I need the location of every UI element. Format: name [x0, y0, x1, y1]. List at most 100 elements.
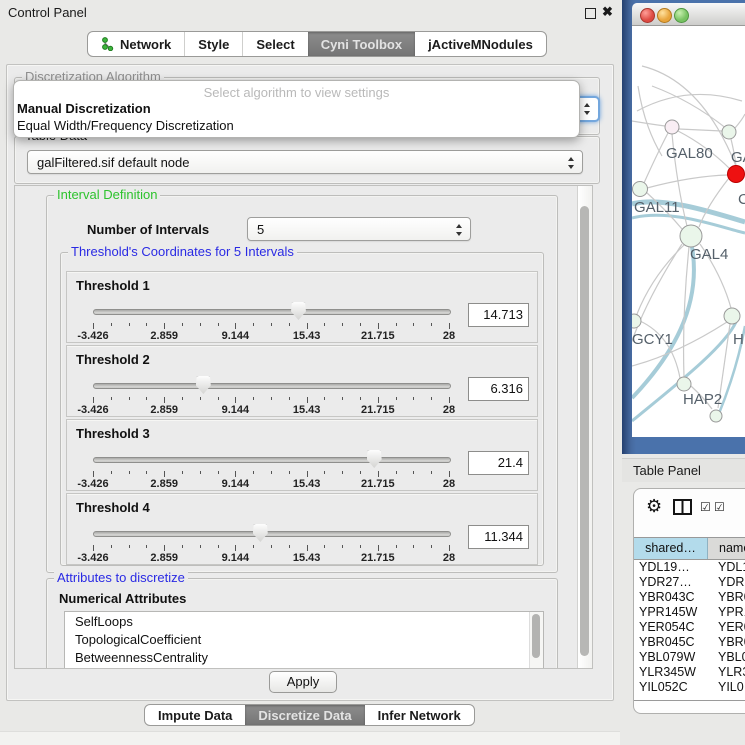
tab-jactivemnodules[interactable]: jActiveMNodules — [415, 32, 546, 56]
table-cell[interactable]: YDL1 — [707, 560, 745, 575]
interval-definition-group: Interval Definition Number of Intervals … — [46, 195, 558, 573]
close-traffic-light-icon[interactable] — [640, 8, 655, 23]
table-cell[interactable]: YLR3 — [707, 665, 745, 680]
table-cell[interactable]: YBR045C — [634, 635, 707, 650]
scrollbar-thumb[interactable] — [532, 614, 540, 658]
tab-impute-data[interactable]: Impute Data — [145, 705, 245, 725]
network-node[interactable] — [722, 125, 736, 139]
table-row[interactable]: YBR043CYBR0 — [634, 590, 745, 605]
slider-tick — [378, 471, 379, 477]
checkbox-icon[interactable]: ☑ — [700, 501, 711, 513]
table-panel-card: ⚙ ☑ ☑ shared… name YDL19…YDL1YDR27…YDR2Y… — [633, 488, 745, 714]
network-window[interactable]: GAL80 GA GAL11 C GAL4 GCY1 H HAP2 — [622, 0, 745, 454]
columns-icon[interactable] — [673, 499, 692, 515]
slider-tick — [449, 397, 450, 403]
float-window-icon[interactable] — [585, 8, 596, 19]
popup-item-equal-width-frequency[interactable]: Equal Width/Frequency Discretization — [17, 118, 234, 133]
table-row[interactable]: YDL19…YDL1 — [634, 560, 745, 575]
table-cell[interactable]: YBR043C — [634, 590, 707, 605]
combo-arrows-icon — [456, 223, 463, 237]
table-cell[interactable]: YDR27… — [634, 575, 707, 590]
tab-network[interactable]: Network — [88, 32, 184, 56]
table-cell[interactable]: YER054C — [634, 620, 707, 635]
table-cell[interactable]: YBR0 — [707, 590, 745, 605]
table-cell[interactable]: YER0 — [707, 620, 745, 635]
algorithm-dropdown-popup: Select algorithm to view settings Manual… — [13, 80, 580, 138]
network-node-highlighted[interactable] — [728, 166, 745, 183]
tab-cyni-toolbox[interactable]: Cyni Toolbox — [308, 32, 415, 56]
threshold-1-slider[interactable]: -3.4262.8599.14415.4321.71528 — [93, 302, 449, 340]
slider-tick — [253, 471, 254, 474]
tab-discretize-data[interactable]: Discretize Data — [245, 705, 364, 725]
table-row[interactable]: YLR345WYLR3 — [634, 665, 745, 680]
network-node[interactable] — [710, 410, 722, 422]
threshold-3-value-field[interactable]: 21.4 — [468, 451, 529, 475]
slider-handle[interactable] — [291, 302, 306, 320]
threshold-4-slider[interactable]: -3.4262.8599.14415.4321.71528 — [93, 524, 449, 562]
table-cell[interactable]: YDR2 — [707, 575, 745, 590]
interval-definition-title: Interval Definition — [54, 187, 160, 203]
slider-tick — [164, 545, 165, 551]
slider-tick — [182, 323, 183, 326]
slider-tick — [235, 323, 236, 329]
table-cell[interactable]: YPR145W — [634, 605, 707, 620]
threshold-3-slider[interactable]: -3.4262.8599.14415.4321.71528 — [93, 450, 449, 488]
table-cell[interactable]: YIL0 — [707, 680, 745, 695]
table-cell[interactable]: YLR345W — [634, 665, 707, 680]
list-item[interactable]: SelfLoops — [65, 612, 543, 630]
table-data-combobox[interactable]: galFiltered.sif default node — [27, 150, 583, 174]
popup-item-manual-discretization[interactable]: Manual Discretization — [17, 101, 151, 116]
network-node[interactable] — [677, 377, 691, 391]
list-scrollbar[interactable] — [529, 612, 543, 669]
table-cell[interactable]: YDL19… — [634, 560, 707, 575]
table-cell[interactable]: YIL052C — [634, 680, 707, 695]
settings-scrollbar[interactable] — [577, 186, 592, 668]
network-node[interactable] — [633, 182, 648, 197]
network-node[interactable] — [724, 308, 740, 324]
tab-select[interactable]: Select — [242, 32, 307, 56]
list-item[interactable]: BetweennessCentrality — [65, 648, 543, 666]
slider-handle[interactable] — [196, 376, 211, 394]
table-row[interactable]: YIL052CYIL0 — [634, 680, 745, 695]
bottom-tabbar: Impute Data Discretize Data Infer Networ… — [144, 704, 475, 726]
threshold-2-value-field[interactable]: 6.316 — [468, 377, 529, 401]
table-row[interactable]: YPR145WYPR1 — [634, 605, 745, 620]
slider-tick-label: 28 — [443, 404, 455, 416]
table-cell[interactable]: YBL079W — [634, 650, 707, 665]
slider-tick — [182, 397, 183, 400]
slider-tick-label: 2.859 — [150, 552, 178, 564]
network-window-titlebar[interactable] — [632, 3, 745, 26]
table-cell[interactable]: YPR1 — [707, 605, 745, 620]
number-of-intervals-combobox[interactable]: 5 — [247, 217, 471, 241]
slider-tick — [431, 323, 432, 326]
table-row[interactable]: YBR045CYBR0 — [634, 635, 745, 650]
checkbox-icon[interactable]: ☑ — [714, 501, 725, 513]
slider-handle[interactable] — [253, 524, 268, 542]
table-row[interactable]: YDR27…YDR2 — [634, 575, 745, 590]
table-cell[interactable]: YBL0 — [707, 650, 745, 665]
column-header-shared-name[interactable]: shared… — [634, 538, 708, 559]
tab-infer-network[interactable]: Infer Network — [365, 705, 474, 725]
tab-style[interactable]: Style — [184, 32, 242, 56]
table-row[interactable]: YBL079WYBL0 — [634, 650, 745, 665]
column-header-name[interactable]: name — [708, 538, 745, 559]
close-icon[interactable]: ✖ — [602, 4, 613, 20]
minimize-traffic-light-icon[interactable] — [657, 8, 672, 23]
apply-button[interactable]: Apply — [269, 671, 337, 693]
table-cell[interactable]: YBR0 — [707, 635, 745, 650]
table-row[interactable]: YER054CYER0 — [634, 620, 745, 635]
network-node[interactable] — [680, 225, 702, 247]
network-canvas[interactable]: GAL80 GA GAL11 C GAL4 GCY1 H HAP2 — [632, 26, 745, 437]
slider-handle[interactable] — [367, 450, 382, 468]
slider-tick-label: -3.426 — [77, 552, 108, 564]
scrollbar-thumb[interactable] — [580, 206, 589, 656]
threshold-2-slider[interactable]: -3.4262.8599.14415.4321.71528 — [93, 376, 449, 414]
network-node[interactable] — [632, 314, 641, 328]
network-node[interactable] — [665, 120, 679, 134]
gear-icon[interactable]: ⚙ — [646, 497, 662, 515]
threshold-1-value-field[interactable]: 14.713 — [468, 303, 529, 327]
list-item[interactable]: TopologicalCoefficient — [65, 630, 543, 648]
threshold-4-value-field[interactable]: 11.344 — [468, 525, 529, 549]
slider-tick — [449, 323, 450, 329]
zoom-traffic-light-icon[interactable] — [674, 8, 689, 23]
